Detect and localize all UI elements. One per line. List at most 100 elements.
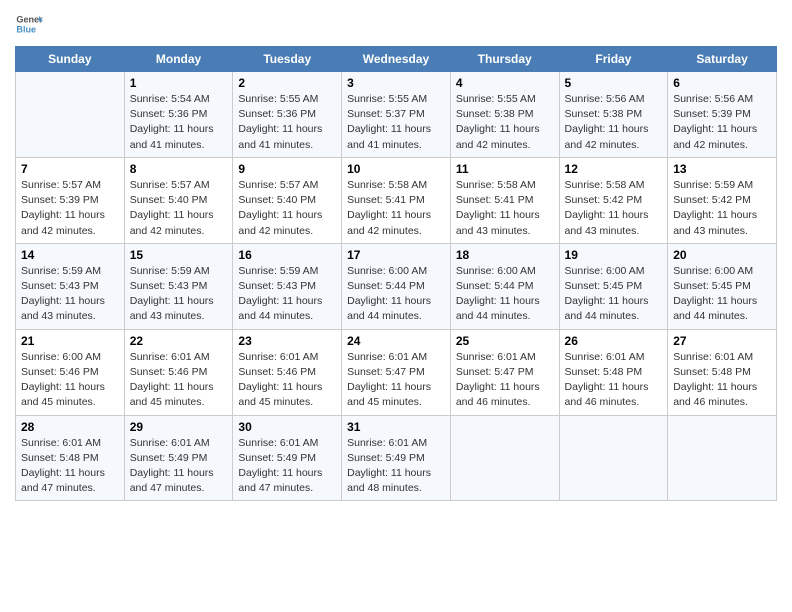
calendar-cell: 13Sunrise: 5:59 AMSunset: 5:42 PMDayligh… [668,157,777,243]
day-info: Sunrise: 5:56 AMSunset: 5:38 PMDaylight:… [565,92,663,153]
calendar-cell: 5 Sunrise: 5:56 AMSunset: 5:38 PMDaylight… [559,72,668,158]
day-info: Sunrise: 5:56 AMSunset: 5:39 PMDaylight:… [673,92,771,153]
calendar-cell: 1 Sunrise: 5:54 AMSunset: 5:36 PMDaylight… [124,72,233,158]
day-number: 30 [238,420,336,434]
calendar-cell: 11Sunrise: 5:58 AMSunset: 5:41 PMDayligh… [450,157,559,243]
day-number: 24 [347,334,445,348]
day-number: 7 [21,162,119,176]
day-header-tuesday: Tuesday [233,47,342,72]
day-header-thursday: Thursday [450,47,559,72]
day-info: Sunrise: 5:58 AMSunset: 5:41 PMDaylight:… [347,178,445,239]
day-info: Sunrise: 6:00 AMSunset: 5:44 PMDaylight:… [347,264,445,325]
day-info: Sunrise: 5:55 AMSunset: 5:36 PMDaylight:… [238,92,336,153]
day-number: 25 [456,334,554,348]
calendar-cell: 27Sunrise: 6:01 AMSunset: 5:48 PMDayligh… [668,329,777,415]
day-number: 1 [130,76,228,90]
day-info: Sunrise: 5:58 AMSunset: 5:42 PMDaylight:… [565,178,663,239]
logo: General Blue [15,10,43,38]
day-header-wednesday: Wednesday [342,47,451,72]
day-number: 12 [565,162,663,176]
day-number: 23 [238,334,336,348]
day-header-monday: Monday [124,47,233,72]
day-number: 19 [565,248,663,262]
day-header-sunday: Sunday [16,47,125,72]
calendar-cell [559,415,668,501]
day-number: 20 [673,248,771,262]
calendar-cell: 3Sunrise: 5:55 AMSunset: 5:37 PMDaylight… [342,72,451,158]
day-number: 28 [21,420,119,434]
calendar-cell: 8Sunrise: 5:57 AMSunset: 5:40 PMDaylight… [124,157,233,243]
calendar-header-row: SundayMondayTuesdayWednesdayThursdayFrid… [16,47,777,72]
week-row-1: 1 Sunrise: 5:54 AMSunset: 5:36 PMDaylight… [16,72,777,158]
calendar-cell: 7 Sunrise: 5:57 AMSunset: 5:39 PMDaylight… [16,157,125,243]
svg-text:Blue: Blue [16,24,36,34]
calendar-table: SundayMondayTuesdayWednesdayThursdayFrid… [15,46,777,501]
day-info: Sunrise: 5:54 AMSunset: 5:36 PMDaylight:… [130,92,228,153]
week-row-2: 7 Sunrise: 5:57 AMSunset: 5:39 PMDaylight… [16,157,777,243]
header: General Blue [15,10,777,38]
calendar-cell: 12 Sunrise: 5:58 AMSunset: 5:42 PMDayligh… [559,157,668,243]
day-number: 10 [347,162,445,176]
week-row-3: 14 Sunrise: 5:59 AMSunset: 5:43 PMDayligh… [16,243,777,329]
day-info: Sunrise: 6:01 AMSunset: 5:48 PMDaylight:… [565,350,663,411]
day-info: Sunrise: 6:01 AMSunset: 5:47 PMDaylight:… [456,350,554,411]
day-info: Sunrise: 5:58 AMSunset: 5:41 PMDaylight:… [456,178,554,239]
day-info: Sunrise: 5:59 AMSunset: 5:43 PMDaylight:… [21,264,119,325]
day-number: 14 [21,248,119,262]
week-row-4: 21 Sunrise: 6:00 AMSunset: 5:46 PMDayligh… [16,329,777,415]
day-number: 17 [347,248,445,262]
calendar-cell [16,72,125,158]
day-number: 29 [130,420,228,434]
day-info: Sunrise: 6:01 AMSunset: 5:47 PMDaylight:… [347,350,445,411]
calendar-cell: 25 Sunrise: 6:01 AMSunset: 5:47 PMDayligh… [450,329,559,415]
day-info: Sunrise: 6:01 AMSunset: 5:49 PMDaylight:… [347,436,445,497]
calendar-cell: 28 Sunrise: 6:01 AMSunset: 5:48 PMDayligh… [16,415,125,501]
calendar-cell: 30 Sunrise: 6:01 AMSunset: 5:49 PMDayligh… [233,415,342,501]
calendar-cell: 18 Sunrise: 6:00 AMSunset: 5:44 PMDayligh… [450,243,559,329]
calendar-cell: 20 Sunrise: 6:00 AMSunset: 5:45 PMDayligh… [668,243,777,329]
calendar-cell: 14 Sunrise: 5:59 AMSunset: 5:43 PMDayligh… [16,243,125,329]
day-number: 13 [673,162,771,176]
day-number: 16 [238,248,336,262]
calendar-cell: 23 Sunrise: 6:01 AMSunset: 5:46 PMDayligh… [233,329,342,415]
day-number: 27 [673,334,771,348]
day-number: 4 [456,76,554,90]
day-number: 6 [673,76,771,90]
day-number: 26 [565,334,663,348]
day-number: 5 [565,76,663,90]
day-header-saturday: Saturday [668,47,777,72]
calendar-cell: 29 Sunrise: 6:01 AMSunset: 5:49 PMDayligh… [124,415,233,501]
day-info: Sunrise: 6:01 AMSunset: 5:46 PMDaylight:… [238,350,336,411]
calendar-cell: 31 Sunrise: 6:01 AMSunset: 5:49 PMDayligh… [342,415,451,501]
day-info: Sunrise: 6:00 AMSunset: 5:44 PMDaylight:… [456,264,554,325]
day-info: Sunrise: 6:01 AMSunset: 5:49 PMDaylight:… [130,436,228,497]
calendar-cell: 16Sunrise: 5:59 AMSunset: 5:43 PMDayligh… [233,243,342,329]
day-info: Sunrise: 6:01 AMSunset: 5:48 PMDaylight:… [21,436,119,497]
day-number: 9 [238,162,336,176]
day-number: 8 [130,162,228,176]
day-number: 31 [347,420,445,434]
day-info: Sunrise: 6:00 AMSunset: 5:46 PMDaylight:… [21,350,119,411]
day-info: Sunrise: 5:57 AMSunset: 5:39 PMDaylight:… [21,178,119,239]
day-number: 21 [21,334,119,348]
day-info: Sunrise: 6:01 AMSunset: 5:46 PMDaylight:… [130,350,228,411]
day-number: 2 [238,76,336,90]
calendar-cell: 4Sunrise: 5:55 AMSunset: 5:38 PMDaylight… [450,72,559,158]
calendar-cell: 26 Sunrise: 6:01 AMSunset: 5:48 PMDayligh… [559,329,668,415]
week-row-5: 28 Sunrise: 6:01 AMSunset: 5:48 PMDayligh… [16,415,777,501]
calendar-cell: 15 Sunrise: 5:59 AMSunset: 5:43 PMDayligh… [124,243,233,329]
day-info: Sunrise: 6:01 AMSunset: 5:49 PMDaylight:… [238,436,336,497]
day-info: Sunrise: 6:00 AMSunset: 5:45 PMDaylight:… [673,264,771,325]
calendar-cell: 22 Sunrise: 6:01 AMSunset: 5:46 PMDayligh… [124,329,233,415]
day-number: 22 [130,334,228,348]
day-info: Sunrise: 5:59 AMSunset: 5:43 PMDaylight:… [130,264,228,325]
day-info: Sunrise: 6:00 AMSunset: 5:45 PMDaylight:… [565,264,663,325]
day-header-friday: Friday [559,47,668,72]
calendar-cell [668,415,777,501]
calendar-cell: 10 Sunrise: 5:58 AMSunset: 5:41 PMDayligh… [342,157,451,243]
calendar-cell: 9Sunrise: 5:57 AMSunset: 5:40 PMDaylight… [233,157,342,243]
calendar-cell: 21 Sunrise: 6:00 AMSunset: 5:46 PMDayligh… [16,329,125,415]
day-number: 15 [130,248,228,262]
day-number: 18 [456,248,554,262]
calendar-cell: 19 Sunrise: 6:00 AMSunset: 5:45 PMDayligh… [559,243,668,329]
